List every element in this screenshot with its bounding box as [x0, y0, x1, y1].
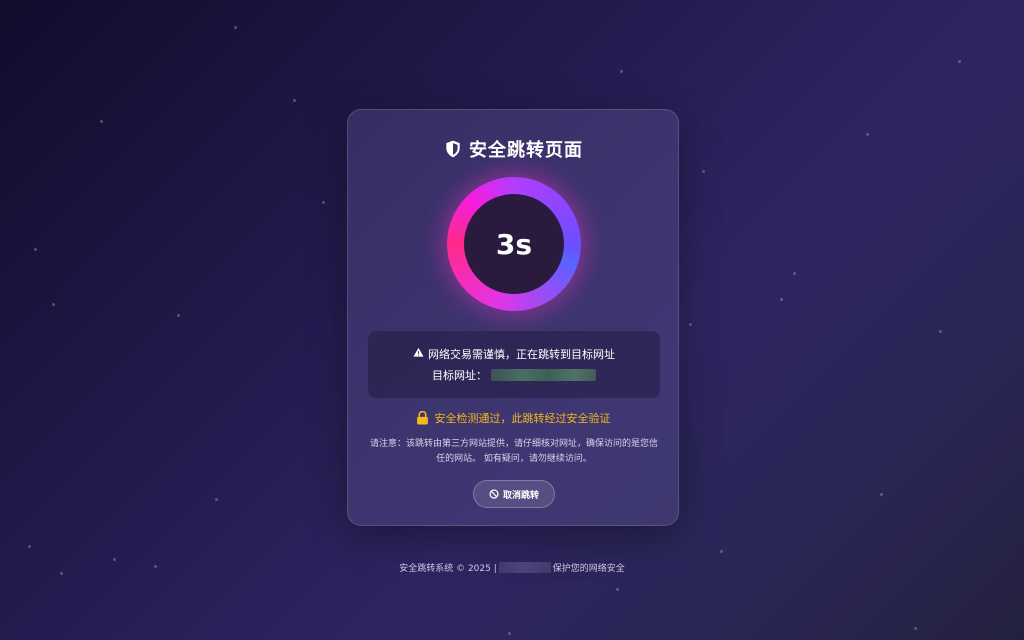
footer-tagline: 保护您的网络安全	[552, 564, 625, 574]
cancel-redirect-label: 取消跳转	[502, 490, 539, 501]
ban-icon	[489, 489, 499, 499]
notice-warning-line: 网络交易需谨慎，正在跳转到目标网址	[368, 346, 660, 362]
warning-icon	[413, 347, 424, 361]
cancel-redirect-button[interactable]: 取消跳转	[473, 480, 555, 508]
notice-target-line: 目标网址：	[368, 367, 660, 383]
countdown-value: 3s	[495, 227, 533, 261]
target-url-masked[interactable]	[491, 369, 596, 381]
security-check-text: 安全检测通过，此跳转经过安全验证	[434, 412, 611, 425]
shield-icon	[443, 139, 463, 159]
footer: 安全跳转系统 © 2025 | 保护您的网络安全	[0, 561, 1024, 574]
countdown-ring-inner: 3s	[464, 194, 564, 294]
notice-note: 请注意：该跳转由第三方网站提供，请仔细核对网址，确保访问的是您信任的网站。 如有…	[369, 439, 658, 464]
countdown-ring: 3s	[447, 177, 581, 311]
redirect-card: 安全跳转页面 3s 网络交易需谨慎，正在跳转到目标网址 目标网址： 安全检测通过…	[347, 109, 679, 526]
page-title: 安全跳转页面	[348, 136, 678, 162]
target-url-label: 目标网址：	[432, 369, 487, 382]
footer-masked-link[interactable]	[498, 562, 551, 573]
notice-warning-text: 网络交易需谨慎，正在跳转到目标网址	[428, 348, 615, 361]
page-title-text: 安全跳转页面	[469, 140, 583, 161]
notice-box: 网络交易需谨慎，正在跳转到目标网址 目标网址：	[368, 331, 660, 398]
lock-icon	[416, 411, 429, 425]
footer-copyright: 安全跳转系统 © 2025 |	[399, 564, 497, 574]
security-check-status: 安全检测通过，此跳转经过安全验证	[348, 410, 678, 426]
